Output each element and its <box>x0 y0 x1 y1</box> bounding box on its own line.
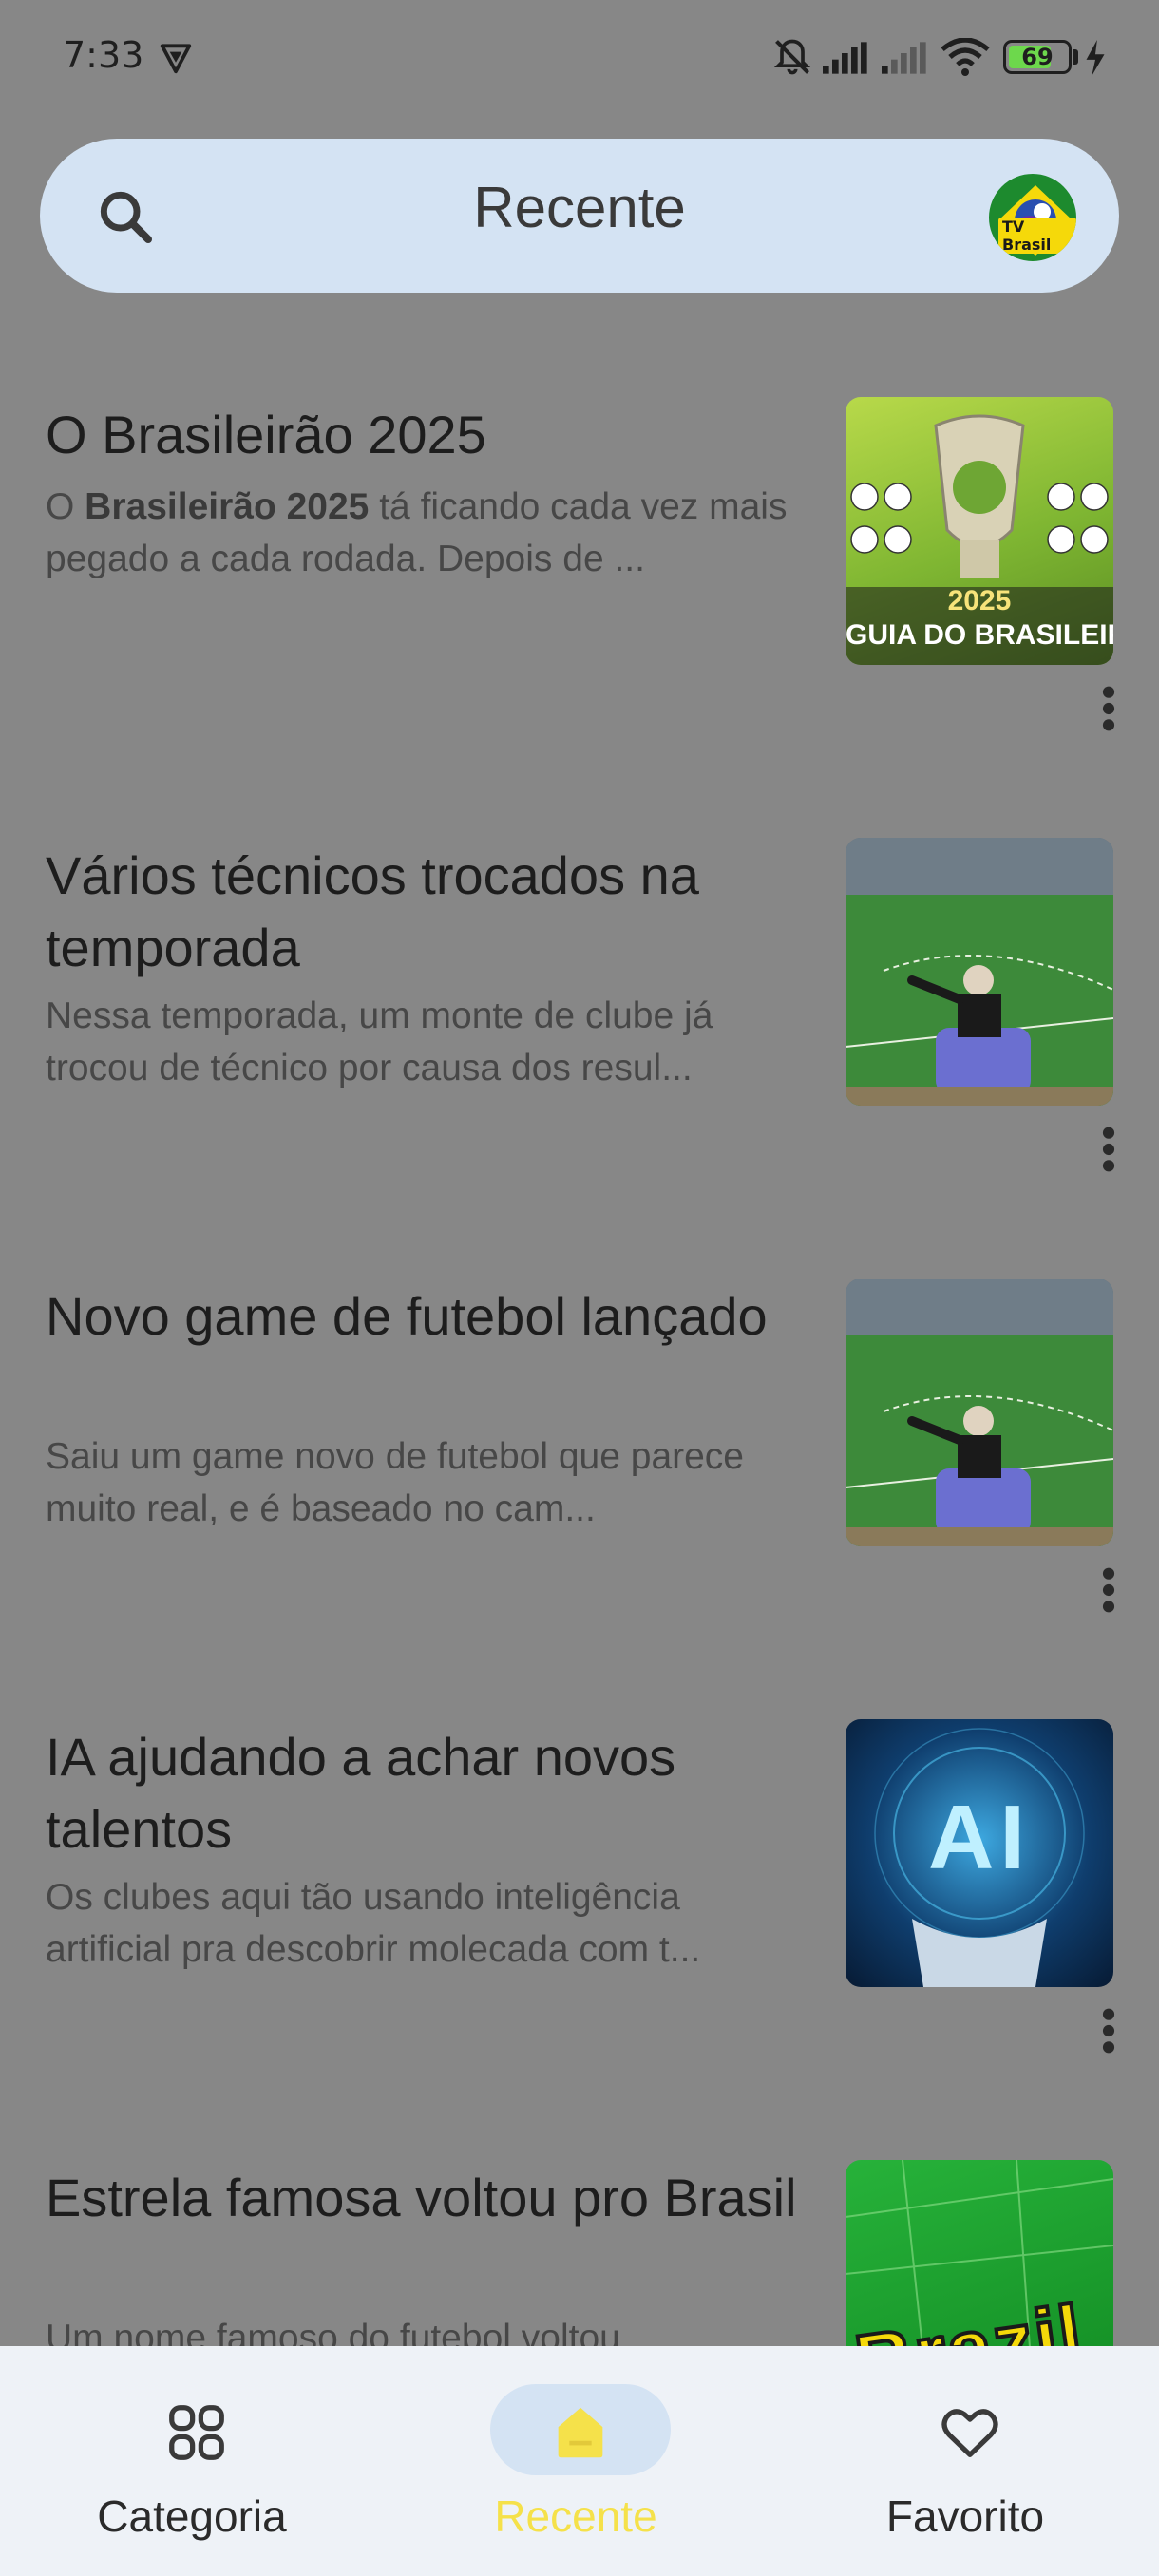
bottom-navigation: Categoria Recente Favorito <box>0 2346 1159 2576</box>
status-bar: 7:33 69 <box>0 0 1159 114</box>
article-thumbnail[interactable]: 2025 GUIA DO BRASILEIRÃO <box>846 397 1113 665</box>
battery-icon: 69 <box>1003 40 1072 74</box>
more-options-icon[interactable] <box>1092 1125 1125 1174</box>
summary-highlight: Brasileirão 2025 <box>85 486 370 527</box>
charging-icon <box>1086 40 1105 76</box>
signal-icon <box>823 42 867 74</box>
battery-text: 69 <box>1021 44 1054 70</box>
article-thumbnail[interactable] <box>846 1279 1113 1546</box>
app-logo[interactable]: TV Brasil <box>986 171 1079 264</box>
search-icon[interactable] <box>95 186 156 247</box>
more-options-icon[interactable] <box>1092 2006 1125 2055</box>
article-title: Vários técnicos trocados na temporada <box>46 845 699 977</box>
article-thumbnail[interactable]: Brazil <box>846 2160 1113 2346</box>
article-title: Estrela famosa voltou pro Brasil <box>46 2168 797 2227</box>
nav-label: Categoria <box>97 2491 287 2541</box>
wifi-icon <box>940 38 990 76</box>
logo-text: TV Brasil <box>998 218 1076 254</box>
nav-item-categoria[interactable]: Categoria <box>49 2384 334 2555</box>
article-thumbnail[interactable]: AI <box>846 1719 1113 1987</box>
stadium-image <box>846 838 1113 1106</box>
vpn-icon <box>160 44 192 74</box>
more-options-icon[interactable] <box>1092 684 1125 733</box>
home-icon <box>558 2407 603 2458</box>
grid-icon <box>169 2405 224 2460</box>
stadium-image <box>846 1279 1113 1546</box>
thumbnail-text: AI <box>928 1787 1031 1888</box>
article-summary: Os clubes aqui tão usando inteligência a… <box>46 1877 701 1970</box>
article-title: O Brasileirão 2025 <box>46 405 486 464</box>
more-options-icon[interactable] <box>1092 1565 1125 1615</box>
article-card[interactable]: IA ajudando a achar novos talentos Os cl… <box>0 1702 1159 2120</box>
battery-tip <box>1074 49 1078 65</box>
article-summary: Saiu um game novo de futebol que parece … <box>46 1436 745 1529</box>
nav-item-recente[interactable]: Recente <box>433 2384 718 2555</box>
article-summary: Nessa temporada, um monte de clube já tr… <box>46 995 713 1089</box>
search-bar[interactable]: Recente TV Brasil <box>40 139 1119 293</box>
thumbnail-caption: GUIA DO BRASILEIRÃO <box>846 619 1113 651</box>
article-thumbnail[interactable] <box>846 838 1113 1106</box>
article-card[interactable]: Novo game de futebol lançado Saiu um gam… <box>0 1261 1159 1679</box>
nav-label: Favorito <box>885 2491 1045 2541</box>
nav-label: Recente <box>494 2491 657 2541</box>
article-card[interactable]: O Brasileirão 2025 O Brasileirão 2025 tá… <box>0 380 1159 798</box>
mute-icon <box>773 39 811 75</box>
article-card[interactable]: Estrela famosa voltou pro Brasil Um nome… <box>0 2143 1159 2346</box>
nav-item-favorito[interactable]: Favorito <box>823 2384 1108 2555</box>
article-card[interactable]: Vários técnicos trocados na temporada Ne… <box>0 821 1159 1239</box>
article-summary: O Brasileirão 2025 tá ficando cada vez m… <box>46 486 788 579</box>
article-title: Novo game de futebol lançado <box>46 1286 768 1346</box>
signal-secondary-icon <box>882 42 926 74</box>
page-title: Recente <box>473 176 686 239</box>
status-time: 7:33 <box>63 34 144 76</box>
thumbnail-year: 2025 <box>947 585 1012 616</box>
article-title: IA ajudando a achar novos talentos <box>46 1727 676 1859</box>
article-summary: Um nome famoso do futebol voltou <box>46 2318 620 2346</box>
article-feed[interactable]: O Brasileirão 2025 O Brasileirão 2025 tá… <box>0 380 1159 2346</box>
heart-icon <box>941 2409 998 2457</box>
